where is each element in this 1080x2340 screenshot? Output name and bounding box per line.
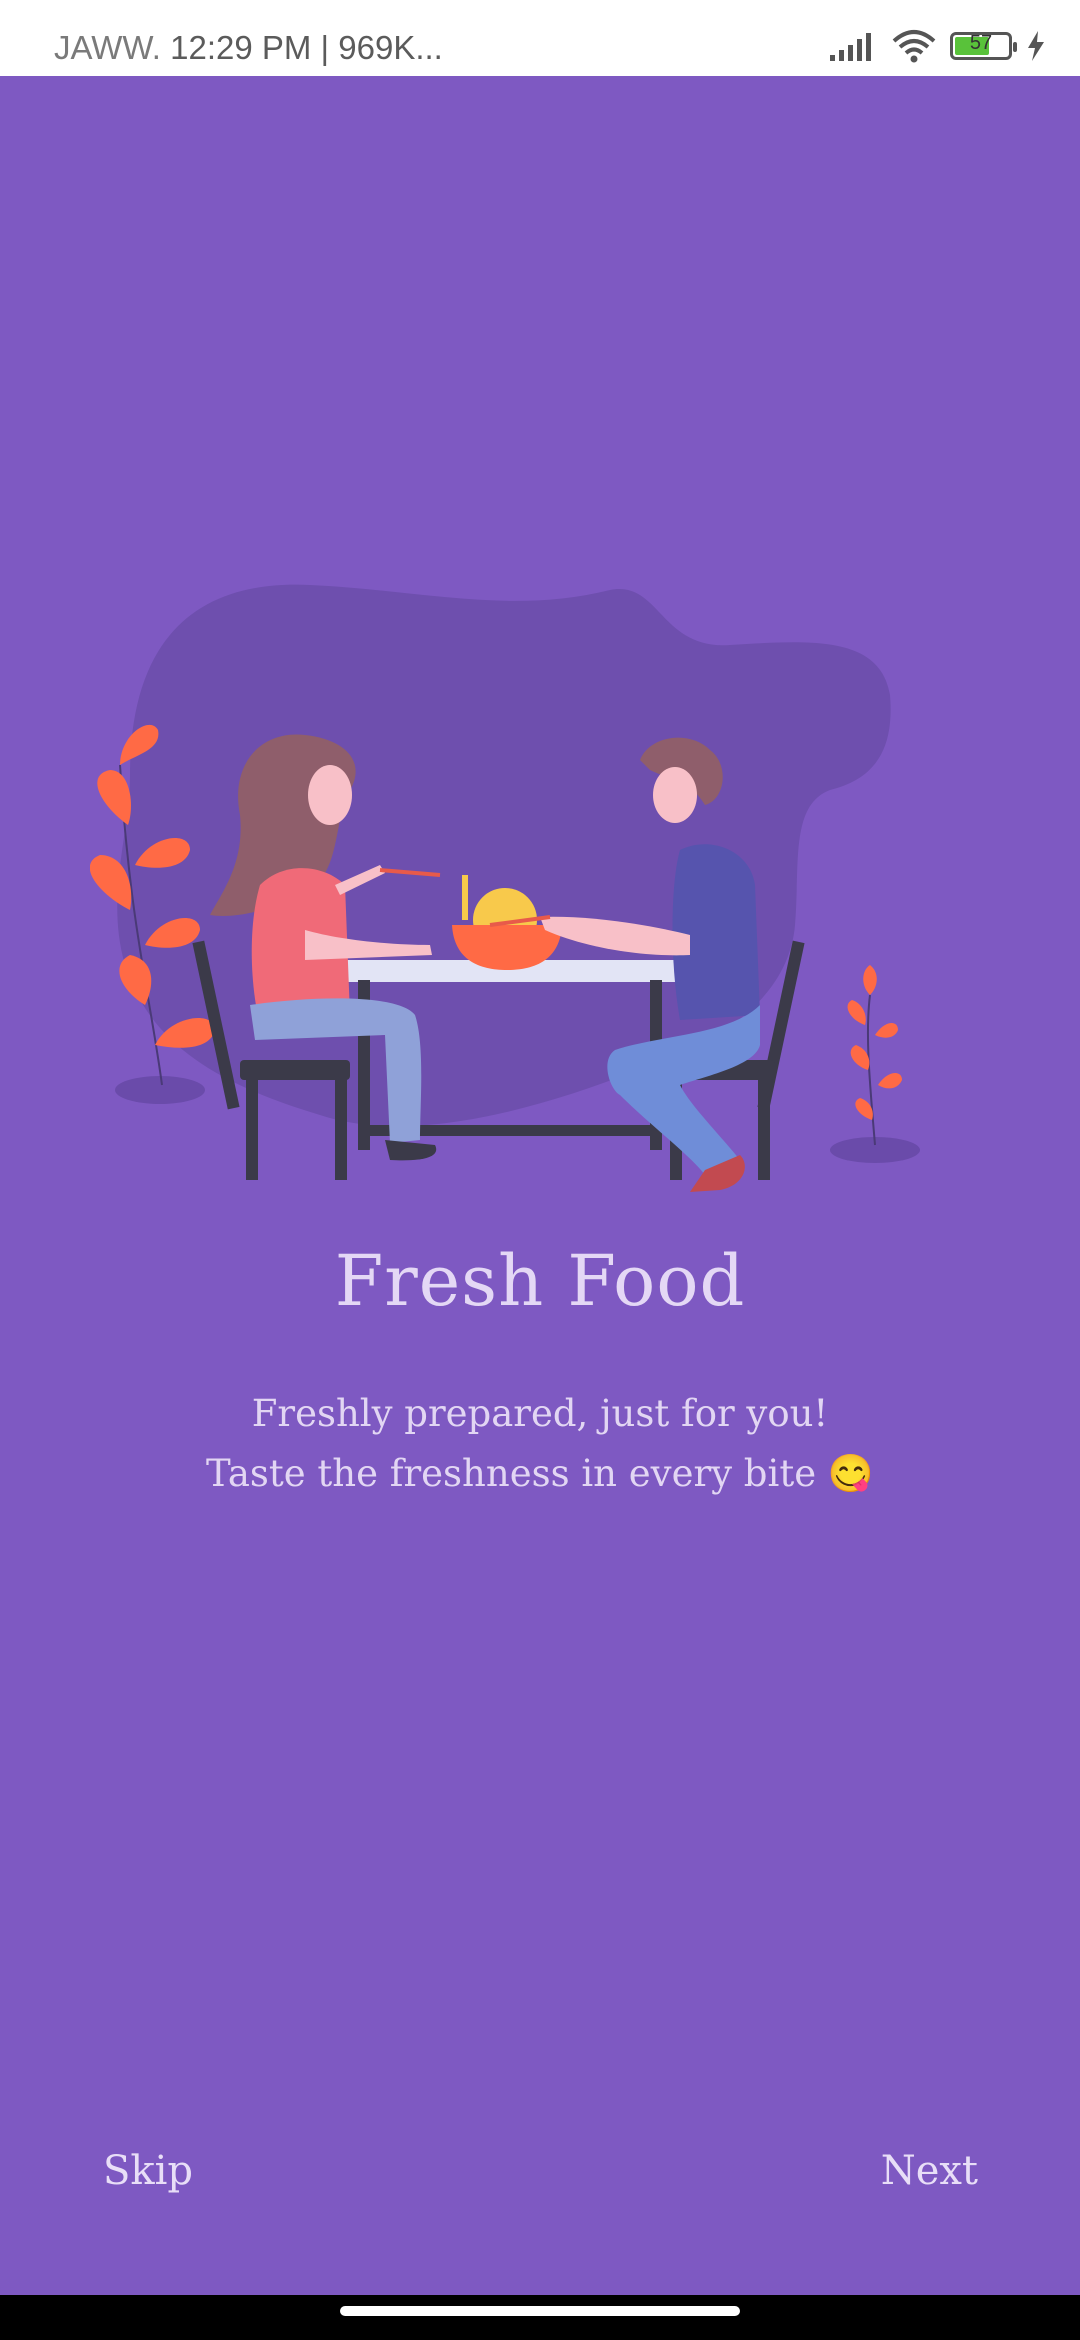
battery-icon: 57: [950, 32, 1017, 60]
home-gesture-handle[interactable]: [340, 2306, 740, 2316]
status-text: JAWW. 12:29 PM | 969K...: [54, 0, 443, 76]
battery-level: 57: [969, 32, 993, 54]
status-icons: 57: [830, 26, 1046, 66]
onboarding-subtitle-line1: Freshly prepared, just for you!: [251, 1392, 829, 1435]
carrier-label: JAWW.: [54, 29, 161, 66]
onboarding-subtitle-line2: Taste the freshness in every bite 😋: [206, 1452, 874, 1495]
status-bar: JAWW. 12:29 PM | 969K... 57: [0, 0, 1080, 76]
onboarding-title: Fresh Food: [334, 1240, 746, 1322]
charging-icon: [1028, 31, 1044, 61]
system-navigation-bar: [0, 2295, 1080, 2340]
skip-button[interactable]: Skip: [103, 2148, 193, 2194]
dining-couple-illustration: [90, 584, 920, 1192]
time-speed-label: 12:29 PM | 969K...: [170, 29, 443, 66]
next-button[interactable]: Next: [881, 2148, 978, 2194]
signal-icon: [830, 33, 871, 61]
wifi-icon: [892, 30, 936, 63]
right-plant: [830, 965, 920, 1163]
